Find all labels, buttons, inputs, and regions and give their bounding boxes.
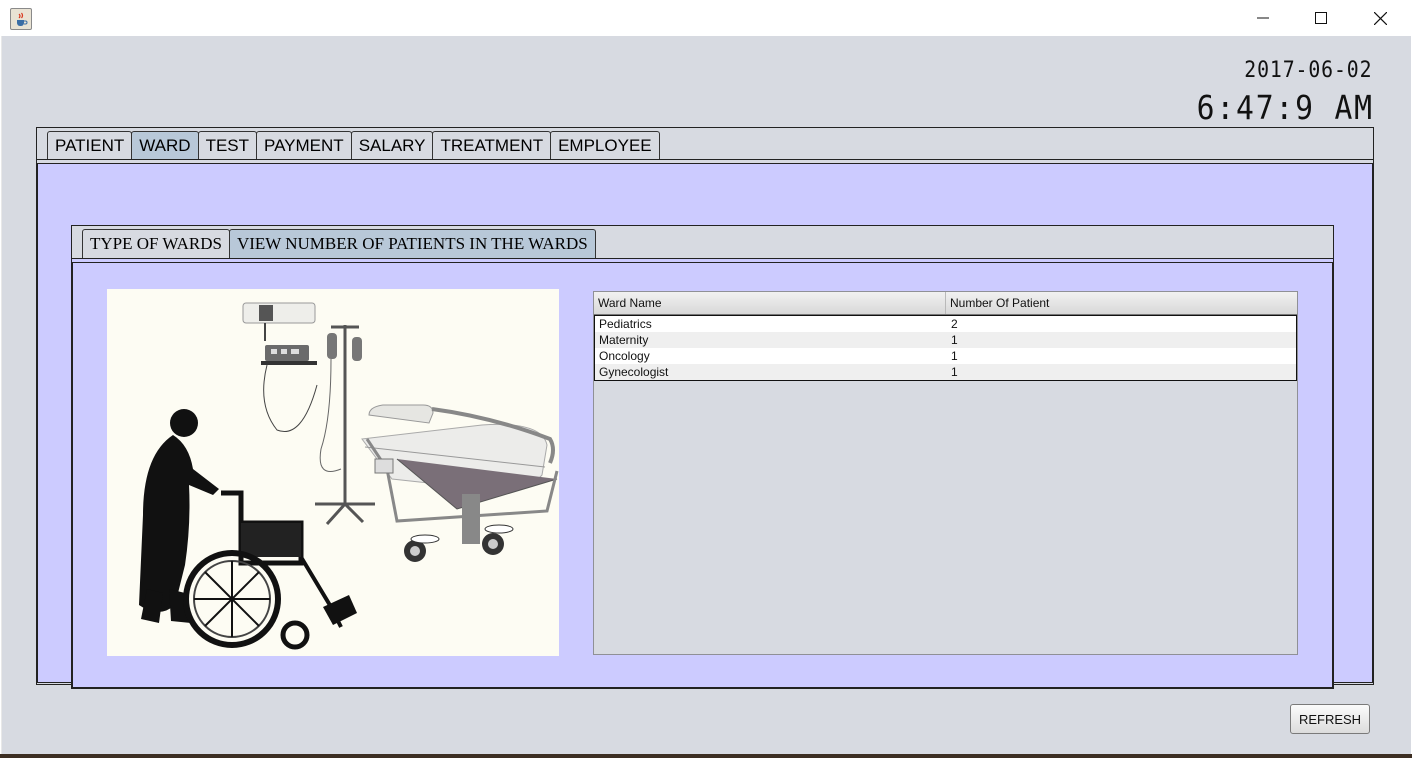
maximize-icon [1315,12,1327,24]
minimize-button[interactable] [1234,0,1292,36]
date-display: 2017-06-02 [1243,58,1372,83]
iv-pump-icon [242,302,318,432]
maximize-button[interactable] [1292,0,1350,36]
wheelchair-icon [183,490,357,650]
tab-treatment[interactable]: TREATMENT [432,131,552,160]
tab-patient[interactable]: PATIENT [47,131,133,160]
tab-payment[interactable]: PAYMENT [256,131,352,160]
hospital-bed-icon [361,404,559,562]
cell-patient-count[interactable]: 2 [947,316,1296,332]
ward-patients-table: Ward Name Number Of Patient Pediatrics 2… [593,291,1298,655]
cell-ward-name[interactable]: Pediatrics [595,316,947,332]
cell-patient-count[interactable]: 1 [947,364,1296,380]
title-bar [0,0,1412,36]
table-row[interactable]: Oncology 1 [595,348,1296,364]
tab-salary[interactable]: SALARY [350,131,434,160]
main-tabbed-pane: PATIENT WARD TEST PAYMENT SALARY TREATME… [36,127,1374,689]
table-body: Pediatrics 2 Maternity 1 Oncology 1 Gyne… [594,315,1297,381]
view-patients-panel: Ward Name Number Of Patient Pediatrics 2… [72,262,1333,688]
close-icon [1373,11,1387,25]
java-app-icon[interactable] [10,8,32,30]
tab-view-patients-in-wards[interactable]: VIEW NUMBER OF PATIENTS IN THE WARDS [228,229,596,258]
person-silhouette-icon [139,409,219,623]
column-header-ward-name[interactable]: Ward Name [594,292,946,314]
column-header-number-of-patient[interactable]: Number Of Patient [946,292,1295,314]
cell-patient-count[interactable]: 1 [947,332,1296,348]
ward-panel: TYPE OF WARDS VIEW NUMBER OF PATIENTS IN… [37,163,1373,689]
iv-pole-icon [315,325,375,526]
table-row[interactable]: Maternity 1 [595,332,1296,348]
tab-employee[interactable]: EMPLOYEE [550,131,660,160]
minimize-icon [1257,17,1269,19]
tab-test[interactable]: TEST [197,131,258,160]
tab-ward[interactable]: WARD [131,131,199,160]
table-row[interactable]: Pediatrics 2 [595,316,1296,332]
refresh-button[interactable]: REFRESH [1290,704,1370,734]
sub-tabs: TYPE OF WARDS VIEW NUMBER OF PATIENTS IN… [82,229,596,258]
cell-ward-name[interactable]: Oncology [595,348,947,364]
time-display: 6:47:9 AM [1196,88,1374,127]
tab-divider [37,159,1373,160]
cell-patient-count[interactable]: 1 [947,348,1296,364]
cell-ward-name[interactable]: Maternity [595,332,947,348]
main-tab-strip: PATIENT WARD TEST PAYMENT SALARY TREATME… [47,131,660,160]
hospital-illustration [107,289,559,656]
desktop-strip [0,754,1412,758]
close-button[interactable] [1351,0,1409,36]
cell-ward-name[interactable]: Gynecologist [595,364,947,380]
ward-sub-tabbed-pane: TYPE OF WARDS VIEW NUMBER OF PATIENTS IN… [71,225,1334,689]
table-row[interactable]: Gynecologist 1 [595,364,1296,380]
table-header: Ward Name Number Of Patient [594,292,1297,315]
tab-type-of-wards[interactable]: TYPE OF WARDS [82,229,230,258]
